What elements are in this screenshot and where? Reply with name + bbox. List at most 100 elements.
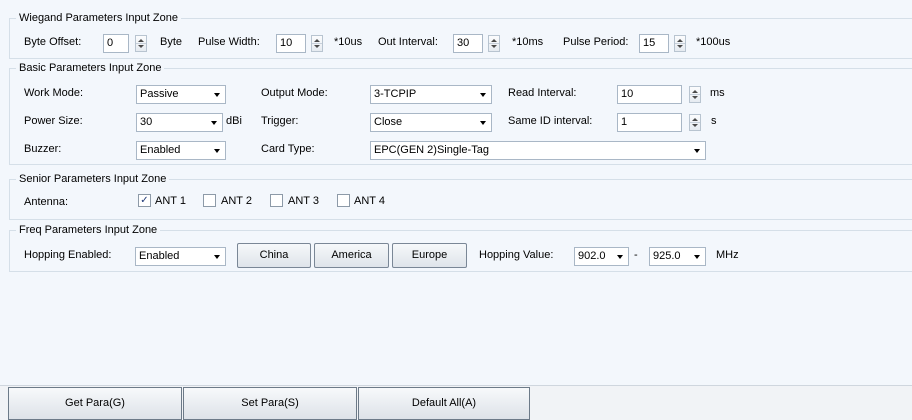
ant1-checkbox[interactable]: ✓: [138, 194, 151, 207]
power-unit: dBi: [226, 115, 242, 127]
set-para-button[interactable]: Set Para(S): [183, 387, 357, 420]
out-interval-unit: *10ms: [512, 36, 544, 48]
trigger-label: Trigger:: [261, 115, 299, 127]
freq-group-title: Freq Parameters Input Zone: [16, 224, 161, 237]
power-size-label: Power Size:: [24, 115, 83, 127]
read-interval-value: 10: [621, 88, 634, 100]
read-interval-label: Read Interval:: [508, 87, 577, 99]
wiegand-group-title: Wiegand Parameters Input Zone: [16, 12, 181, 25]
hopping-enabled-label: Hopping Enabled:: [24, 249, 112, 261]
pulse-width-unit: *10us: [334, 36, 363, 48]
spin-down-icon: [491, 45, 497, 48]
spin-up-icon: [138, 39, 144, 42]
spin-down-icon: [692, 96, 698, 99]
hopping-enabled-value: Enabled: [139, 250, 180, 262]
pulse-period-unit: *100us: [696, 36, 731, 48]
spin-up-icon: [314, 39, 320, 42]
china-button[interactable]: China: [237, 243, 311, 268]
same-id-label: Same ID interval:: [508, 115, 593, 127]
ant4-label[interactable]: ANT 4: [354, 195, 385, 208]
byte-offset-input[interactable]: 0: [103, 34, 129, 53]
pulse-width-value: 10: [280, 37, 293, 49]
chevron-down-icon: [480, 121, 486, 125]
chevron-down-icon: [694, 149, 700, 153]
hopping-enabled-select[interactable]: Enabled: [135, 247, 226, 266]
byte-offset-spinner[interactable]: [135, 35, 147, 52]
trigger-select[interactable]: Close: [370, 113, 492, 132]
hopping-to-select[interactable]: 925.0: [649, 247, 706, 266]
ant1-label[interactable]: ANT 1: [155, 195, 186, 208]
buzzer-select[interactable]: Enabled: [136, 141, 226, 160]
pulse-period-label: Pulse Period:: [563, 36, 629, 48]
ant2-label[interactable]: ANT 2: [221, 195, 252, 208]
ant2-checkbox[interactable]: [203, 194, 216, 207]
power-size-value: 30: [140, 116, 153, 128]
pulse-period-value: 15: [643, 37, 656, 49]
spin-up-icon: [692, 118, 698, 121]
same-id-input[interactable]: 1: [617, 113, 682, 132]
spin-down-icon: [314, 45, 320, 48]
hopping-value-label: Hopping Value:: [479, 249, 554, 261]
pulse-width-input[interactable]: 10: [276, 34, 306, 53]
europe-button[interactable]: Europe: [392, 243, 467, 268]
read-interval-unit: ms: [710, 87, 725, 99]
hopping-from-select[interactable]: 902.0: [574, 247, 629, 266]
spin-down-icon: [138, 45, 144, 48]
out-interval-input[interactable]: 30: [453, 34, 483, 53]
same-id-unit: s: [711, 115, 717, 127]
hopping-from-value: 902.0: [578, 250, 606, 262]
output-mode-select[interactable]: 3-TCPIP: [370, 85, 492, 104]
spin-up-icon: [692, 90, 698, 93]
pulse-width-label: Pulse Width:: [198, 36, 260, 48]
chevron-down-icon: [214, 255, 220, 259]
chevron-down-icon: [214, 149, 220, 153]
out-interval-value: 30: [457, 37, 470, 49]
buzzer-label: Buzzer:: [24, 143, 62, 155]
card-type-value: EPC(GEN 2)Single-Tag: [374, 144, 489, 156]
hopping-unit: MHz: [716, 249, 739, 261]
card-type-label: Card Type:: [261, 143, 315, 155]
chevron-down-icon: [211, 121, 217, 125]
out-interval-label: Out Interval:: [378, 36, 438, 48]
america-button[interactable]: America: [314, 243, 389, 268]
out-interval-spinner[interactable]: [488, 35, 500, 52]
hopping-separator: -: [634, 249, 638, 261]
ant3-checkbox[interactable]: [270, 194, 283, 207]
spin-down-icon: [692, 124, 698, 127]
work-mode-label: Work Mode:: [24, 87, 84, 99]
trigger-value: Close: [374, 116, 403, 128]
pulse-period-spinner[interactable]: [674, 35, 686, 52]
byte-offset-value: 0: [107, 37, 114, 49]
chevron-down-icon: [214, 93, 220, 97]
work-mode-select[interactable]: Passive: [136, 85, 226, 104]
byte-unit: Byte: [160, 36, 183, 48]
ant4-checkbox[interactable]: [337, 194, 350, 207]
spin-down-icon: [677, 45, 683, 48]
senior-group-title: Senior Parameters Input Zone: [16, 173, 170, 186]
card-type-select[interactable]: EPC(GEN 2)Single-Tag: [370, 141, 706, 160]
read-interval-input[interactable]: 10: [617, 85, 682, 104]
hopping-to-value: 925.0: [653, 250, 681, 262]
output-mode-label: Output Mode:: [261, 87, 328, 99]
chevron-down-icon: [617, 255, 623, 259]
spin-up-icon: [677, 39, 683, 42]
spin-up-icon: [491, 39, 497, 42]
chevron-down-icon: [480, 93, 486, 97]
pulse-width-spinner[interactable]: [311, 35, 323, 52]
read-interval-spinner[interactable]: [689, 86, 701, 103]
default-all-button[interactable]: Default All(A): [358, 387, 530, 420]
basic-group-title: Basic Parameters Input Zone: [16, 62, 165, 75]
output-mode-value: 3-TCPIP: [374, 88, 417, 100]
ant3-label[interactable]: ANT 3: [288, 195, 319, 208]
same-id-spinner[interactable]: [689, 114, 701, 131]
pulse-period-input[interactable]: 15: [639, 34, 669, 53]
chevron-down-icon: [694, 255, 700, 259]
byte-offset-label: Byte Offset:: [24, 36, 82, 48]
checkmark-icon: ✓: [140, 195, 149, 206]
work-mode-value: Passive: [140, 88, 179, 100]
same-id-value: 1: [621, 116, 628, 128]
get-para-button[interactable]: Get Para(G): [8, 387, 182, 420]
power-size-select[interactable]: 30: [136, 113, 223, 132]
buzzer-value: Enabled: [140, 144, 181, 156]
antenna-label: Antenna:: [24, 196, 69, 208]
